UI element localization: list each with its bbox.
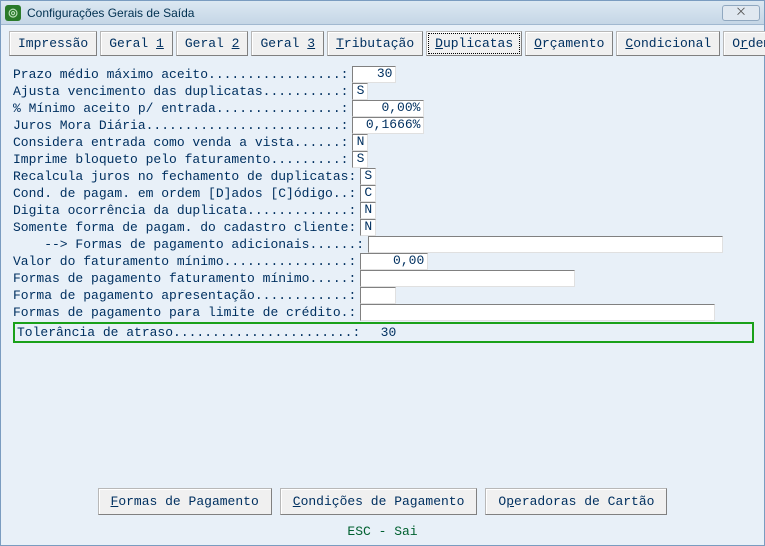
row-formas-adicionais: --> Formas de pagamento adicionais......… xyxy=(13,236,754,253)
row-tolerancia-atraso: Tolerância de atraso....................… xyxy=(13,322,754,343)
label-tolerancia-atraso: Tolerância de atraso....................… xyxy=(17,324,360,341)
row-formas-faturamento-min: Formas de pagamento faturamento mínimo..… xyxy=(13,270,754,287)
label-recalcula-juros: Recalcula juros no fechamento de duplica… xyxy=(13,168,356,185)
input-digita-ocorrencia[interactable]: N xyxy=(360,202,376,219)
input-juros-mora[interactable]: 0,1666% xyxy=(352,117,424,134)
label-considera-entrada: Considera entrada como venda a vista....… xyxy=(13,134,348,151)
label-ajusta-vencimento: Ajusta vencimento das duplicatas........… xyxy=(13,83,348,100)
window: ◎ Configurações Gerais de Saída ⨉ Impres… xyxy=(0,0,765,546)
window-title: Configurações Gerais de Saída xyxy=(27,6,722,20)
input-imprime-bloqueto[interactable]: S xyxy=(352,151,368,168)
input-valor-faturamento[interactable]: 0,00 xyxy=(360,253,428,270)
label-digita-ocorrencia: Digita ocorrência da duplicata..........… xyxy=(13,202,356,219)
tab-ordem-cred[interactable]: Ordem Cred. xyxy=(723,31,765,56)
input-formas-faturamento-min[interactable] xyxy=(360,270,575,287)
form-area: Prazo médio máximo aceito...............… xyxy=(9,66,756,343)
input-considera-entrada[interactable]: N xyxy=(352,134,368,151)
tab-geral-3[interactable]: Geral 3 xyxy=(251,31,324,56)
tab-bar: Impressão Geral 1 Geral 2 Geral 3 Tribut… xyxy=(9,31,756,56)
input-cond-pagam-ordem[interactable]: C xyxy=(360,185,376,202)
label-formas-adicionais: --> Formas de pagamento adicionais......… xyxy=(13,236,364,253)
input-prazo-medio[interactable]: 30 xyxy=(352,66,396,83)
tab-tributacao[interactable]: Tributação xyxy=(327,31,423,56)
row-juros-mora: Juros Mora Diária.......................… xyxy=(13,117,754,134)
row-prazo-medio: Prazo médio máximo aceito...............… xyxy=(13,66,754,83)
bottom-button-bar: Formas de Pagamento Condições de Pagamen… xyxy=(1,488,764,515)
formas-pagamento-button[interactable]: Formas de Pagamento xyxy=(98,488,272,515)
condicoes-pagamento-button[interactable]: Condições de Pagamento xyxy=(280,488,478,515)
label-minimo-entrada: % Mínimo aceito p/ entrada..............… xyxy=(13,100,348,117)
label-formas-limite-credito: Formas de pagamento para limite de crédi… xyxy=(13,304,356,321)
input-recalcula-juros[interactable]: S xyxy=(360,168,376,185)
row-formas-limite-credito: Formas de pagamento para limite de crédi… xyxy=(13,304,754,321)
row-minimo-entrada: % Mínimo aceito p/ entrada..............… xyxy=(13,100,754,117)
tab-geral-2[interactable]: Geral 2 xyxy=(176,31,249,56)
content-area: Impressão Geral 1 Geral 2 Geral 3 Tribut… xyxy=(1,25,764,349)
tab-condicional[interactable]: Condicional xyxy=(616,31,720,56)
input-minimo-entrada[interactable]: 0,00% xyxy=(352,100,424,117)
label-valor-faturamento: Valor do faturamento mínimo.............… xyxy=(13,253,356,270)
label-somente-forma-pagam: Somente forma de pagam. do cadastro clie… xyxy=(13,219,356,236)
input-somente-forma-pagam[interactable]: N xyxy=(360,219,376,236)
app-icon: ◎ xyxy=(5,5,21,21)
row-imprime-bloqueto: Imprime bloqueto pelo faturamento.......… xyxy=(13,151,754,168)
tab-geral-1[interactable]: Geral 1 xyxy=(100,31,173,56)
close-button[interactable]: ⨉ xyxy=(722,5,760,21)
input-formas-limite-credito[interactable] xyxy=(360,304,715,321)
tab-impressao[interactable]: Impressão xyxy=(9,31,97,56)
row-recalcula-juros: Recalcula juros no fechamento de duplica… xyxy=(13,168,754,185)
input-ajusta-vencimento[interactable]: S xyxy=(352,83,368,100)
row-forma-apresentacao: Forma de pagamento apresentação.........… xyxy=(13,287,754,304)
titlebar: ◎ Configurações Gerais de Saída ⨉ xyxy=(1,1,764,25)
row-considera-entrada: Considera entrada como venda a vista....… xyxy=(13,134,754,151)
label-prazo-medio: Prazo médio máximo aceito...............… xyxy=(13,66,348,83)
row-somente-forma-pagam: Somente forma de pagam. do cadastro clie… xyxy=(13,219,754,236)
status-bar: ESC - Sai xyxy=(1,524,764,539)
row-ajusta-vencimento: Ajusta vencimento das duplicatas........… xyxy=(13,83,754,100)
input-formas-adicionais[interactable] xyxy=(368,236,723,253)
input-forma-apresentacao[interactable] xyxy=(360,287,396,304)
row-digita-ocorrencia: Digita ocorrência da duplicata..........… xyxy=(13,202,754,219)
operadoras-cartao-button[interactable]: Operadoras de Cartão xyxy=(485,488,667,515)
label-formas-faturamento-min: Formas de pagamento faturamento mínimo..… xyxy=(13,270,356,287)
tab-orcamento[interactable]: Orçamento xyxy=(525,31,613,56)
label-imprime-bloqueto: Imprime bloqueto pelo faturamento.......… xyxy=(13,151,348,168)
row-cond-pagam-ordem: Cond. de pagam. em ordem [D]ados [C]ódig… xyxy=(13,185,754,202)
label-forma-apresentacao: Forma de pagamento apresentação.........… xyxy=(13,287,356,304)
label-cond-pagam-ordem: Cond. de pagam. em ordem [D]ados [C]ódig… xyxy=(13,185,356,202)
row-valor-faturamento: Valor do faturamento mínimo.............… xyxy=(13,253,754,270)
tab-duplicatas[interactable]: Duplicatas xyxy=(426,31,522,56)
label-juros-mora: Juros Mora Diária.......................… xyxy=(13,117,348,134)
input-tolerancia-atraso[interactable]: 30 xyxy=(364,324,396,341)
